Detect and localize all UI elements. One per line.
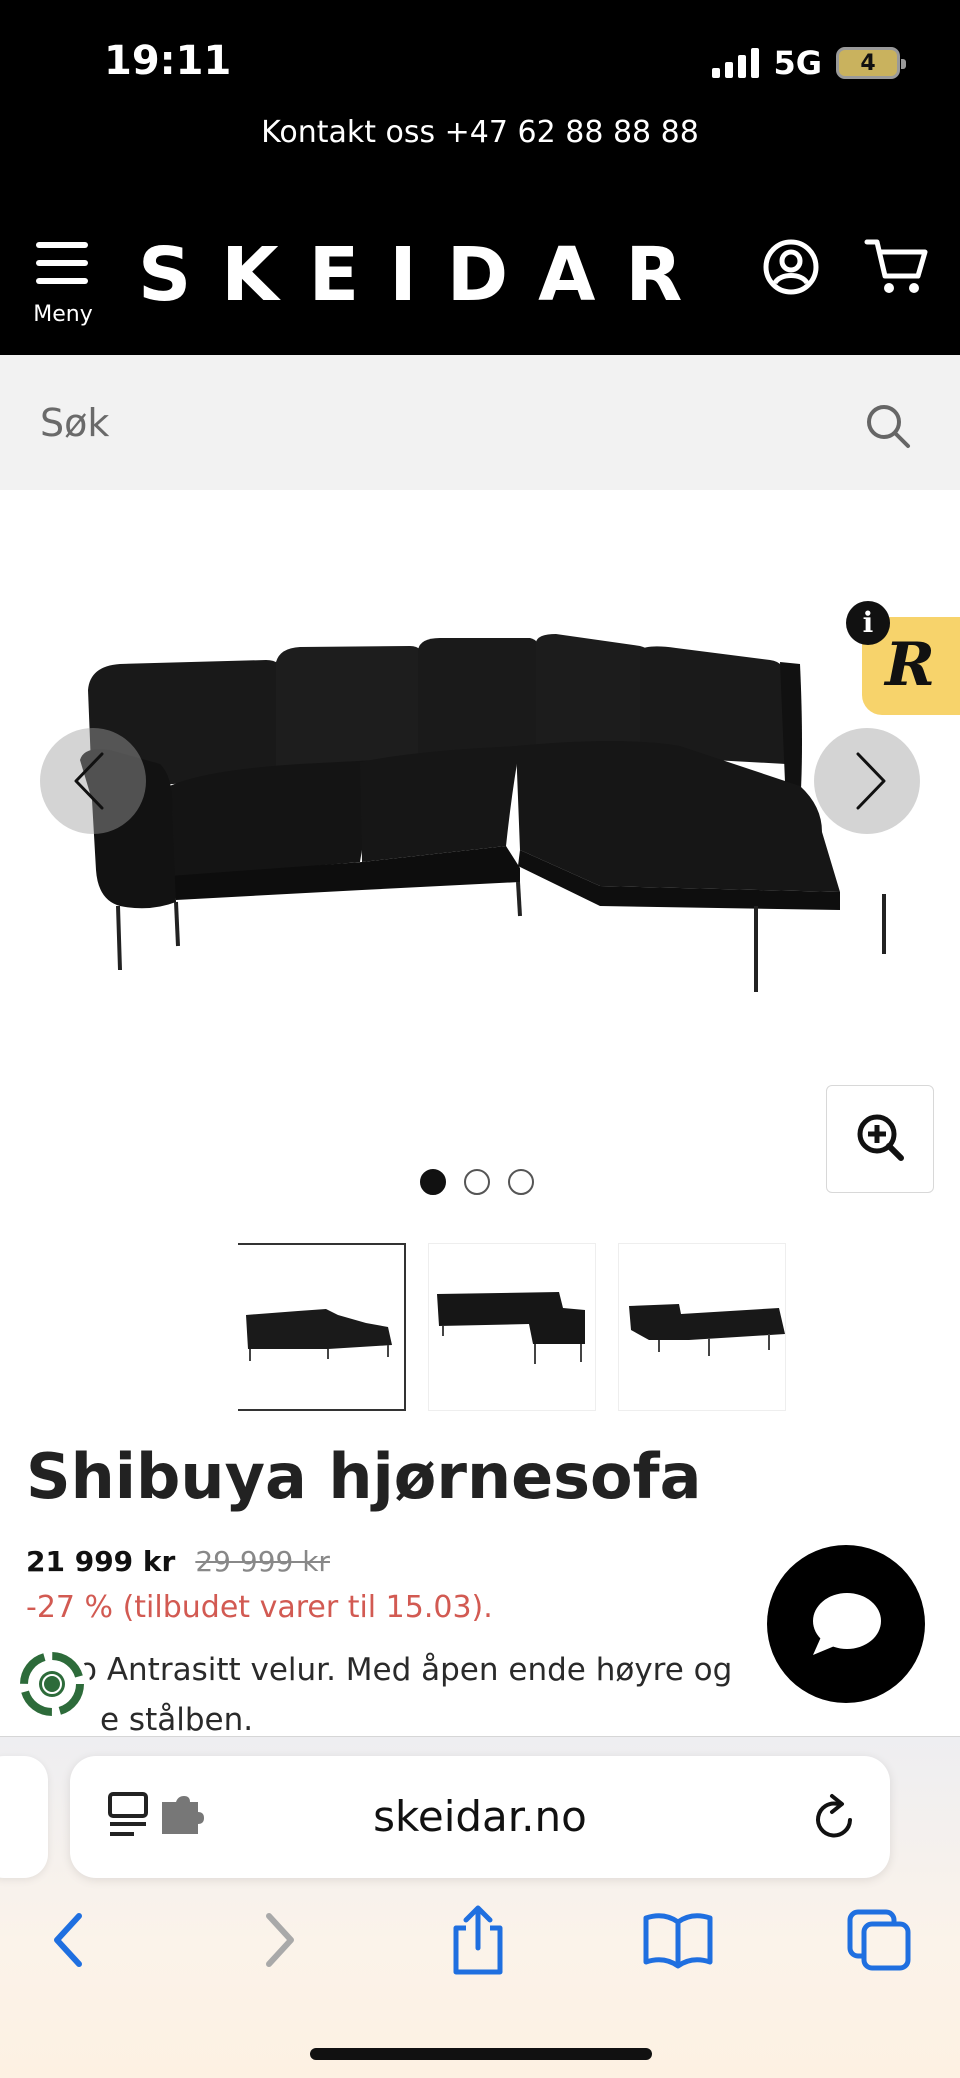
tabs-icon xyxy=(847,1909,911,1971)
book-icon xyxy=(643,1913,713,1969)
battery-level: 4 xyxy=(860,50,876,76)
tabs-button[interactable] xyxy=(840,1900,920,1980)
network-type: 5G xyxy=(773,44,822,82)
forward-chevron-icon xyxy=(266,1913,294,1967)
url-text: skeidar.no xyxy=(373,1792,587,1841)
thumbnail-image xyxy=(629,1304,785,1356)
share-icon xyxy=(453,1905,503,1975)
menu-button[interactable]: Meny xyxy=(30,240,96,332)
thumbnail-3[interactable] xyxy=(618,1243,786,1411)
chevron-left-icon xyxy=(74,752,104,810)
search-bar xyxy=(0,355,960,490)
product-description: o Antrasitt velur. Med åpen ende høyre o… xyxy=(26,1645,786,1745)
status-time: 19:11 xyxy=(104,38,232,84)
gallery-dot[interactable] xyxy=(464,1169,490,1195)
product-gallery xyxy=(0,490,960,1220)
hamburger-icon-line xyxy=(36,278,88,284)
account-icon[interactable] xyxy=(762,238,820,300)
chevron-right-icon xyxy=(856,752,886,810)
thumbnail-image xyxy=(437,1292,585,1364)
info-icon[interactable]: i xyxy=(846,601,890,645)
description-line: o Antrasitt velur. Med åpen ende høyre o… xyxy=(78,1652,733,1688)
hamburger-icon xyxy=(36,242,88,248)
price-row: 21 999 kr 29 999 kr xyxy=(26,1545,330,1578)
zoom-button[interactable] xyxy=(826,1085,934,1193)
thumbnail-strip xyxy=(238,1243,786,1411)
search-icon[interactable] xyxy=(864,402,912,454)
hamburger-icon-line xyxy=(36,260,88,266)
gallery-dot[interactable] xyxy=(420,1169,446,1195)
previous-tab-preview[interactable] xyxy=(0,1756,48,1878)
product-title: Shibuya hjørnesofa xyxy=(26,1440,702,1513)
battery-icon: 4 xyxy=(836,47,906,79)
thumbnail-image xyxy=(246,1309,392,1361)
cart-icon[interactable] xyxy=(864,236,930,300)
chat-bubble-icon xyxy=(813,1593,881,1655)
svg-text:R: R xyxy=(883,630,935,700)
discount-text: -27 % (tilbudet varer til 15.03). xyxy=(26,1590,493,1625)
address-bar[interactable]: skeidar.no xyxy=(70,1756,890,1878)
site-logo[interactable]: SKEIDAR xyxy=(138,232,712,318)
reload-icon[interactable] xyxy=(810,1790,860,1846)
gallery-next-button[interactable] xyxy=(814,728,920,834)
contact-phone-link[interactable]: Kontakt oss +47 62 88 88 88 xyxy=(0,115,960,150)
back-chevron-icon xyxy=(54,1913,82,1967)
share-button[interactable] xyxy=(438,1900,518,1980)
gallery-dot[interactable] xyxy=(508,1169,534,1195)
current-price: 21 999 kr xyxy=(26,1545,176,1578)
zoom-in-icon xyxy=(857,1114,904,1161)
cellular-signal-icon xyxy=(712,48,760,78)
gallery-prev-button[interactable] xyxy=(40,728,146,834)
chat-button[interactable] xyxy=(767,1545,925,1703)
thumbnail-1[interactable] xyxy=(238,1243,406,1411)
home-indicator[interactable] xyxy=(310,2048,652,2060)
search-input[interactable] xyxy=(40,393,820,453)
status-indicators: 5G 4 xyxy=(712,44,906,82)
gallery-pagination xyxy=(420,1169,534,1195)
sustainability-icon[interactable] xyxy=(14,1646,90,1722)
thumbnail-2[interactable] xyxy=(428,1243,596,1411)
original-price: 29 999 kr xyxy=(195,1545,330,1578)
forward-button[interactable] xyxy=(238,1900,318,1980)
menu-label: Meny xyxy=(33,302,93,327)
bookmarks-button[interactable] xyxy=(638,1900,718,1980)
back-button[interactable] xyxy=(30,1900,110,1980)
